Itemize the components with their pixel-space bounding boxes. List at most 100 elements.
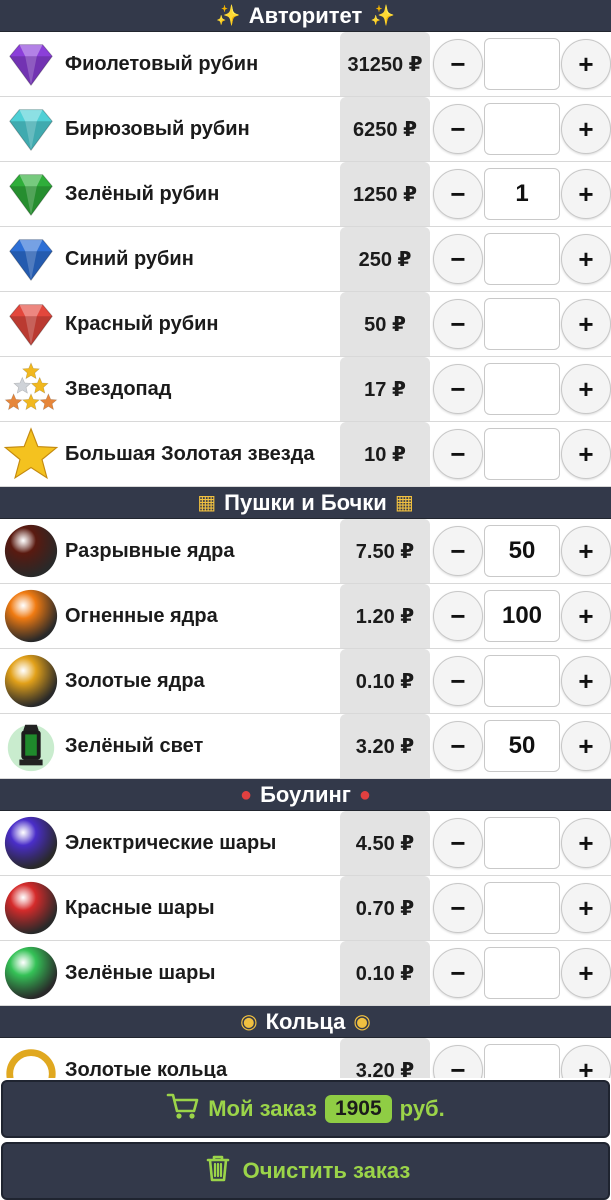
product-name: Разрывные ядра: [65, 539, 235, 562]
order-footer: Мой заказ 1905 руб. Очистить заказ: [0, 1078, 611, 1200]
decrease-button[interactable]: −: [433, 104, 483, 154]
decrease-button[interactable]: −: [433, 429, 483, 479]
product-price: 4.50 ₽: [340, 811, 430, 875]
increase-button[interactable]: +: [561, 299, 611, 349]
section-title: Кольца: [265, 1008, 346, 1034]
increase-button[interactable]: +: [561, 234, 611, 284]
product-price: 1250 ₽: [340, 162, 430, 226]
product-name: Большая Золотая звезда: [65, 442, 315, 465]
product-list[interactable]: ✨ Авторитет ✨ Фиолетовый рубин 31250 ₽ − + Бирю…: [0, 0, 611, 1103]
quantity-stepper: − +: [430, 428, 611, 480]
increase-button[interactable]: +: [561, 591, 611, 641]
decrease-button[interactable]: −: [433, 721, 483, 771]
quantity-input[interactable]: 1: [484, 168, 560, 220]
quantity-stepper: − +: [430, 103, 611, 155]
increase-button[interactable]: +: [561, 169, 611, 219]
quantity-input[interactable]: [484, 947, 560, 999]
decrease-button[interactable]: −: [433, 948, 483, 998]
green-lantern-icon: [0, 715, 62, 777]
product-price: 0.10 ₽: [340, 649, 430, 713]
cannon-icon: ▦: [197, 491, 217, 514]
quantity-stepper: − +: [430, 363, 611, 415]
decrease-button[interactable]: −: [433, 818, 483, 868]
decrease-button[interactable]: −: [433, 656, 483, 706]
quantity-input[interactable]: [484, 298, 560, 350]
quantity-input[interactable]: [484, 655, 560, 707]
increase-button[interactable]: +: [561, 883, 611, 933]
increase-button[interactable]: +: [561, 656, 611, 706]
product-row: Синий рубин 250 ₽ − +: [0, 227, 611, 292]
decrease-button[interactable]: −: [433, 234, 483, 284]
green-ball-icon: [0, 942, 62, 1004]
decrease-button[interactable]: −: [433, 169, 483, 219]
cart-icon: [166, 1091, 200, 1127]
product-name: Золотые ядра: [65, 669, 205, 692]
my-order-button[interactable]: Мой заказ 1905 руб.: [1, 1080, 610, 1138]
quantity-input[interactable]: [484, 103, 560, 155]
decrease-button[interactable]: −: [433, 39, 483, 89]
product-row: Зелёные шары 0.10 ₽ − +: [0, 941, 611, 1006]
quantity-input[interactable]: [484, 428, 560, 480]
increase-button[interactable]: +: [561, 818, 611, 868]
blue-gem-icon: [0, 228, 62, 290]
increase-button[interactable]: +: [561, 948, 611, 998]
increase-button[interactable]: +: [561, 526, 611, 576]
product-name: Фиолетовый рубин: [65, 52, 259, 75]
quantity-stepper: −100 +: [430, 590, 611, 642]
product-row: Красные шары 0.70 ₽ − +: [0, 876, 611, 941]
product-price: 31250 ₽: [340, 32, 430, 96]
decrease-button[interactable]: −: [433, 883, 483, 933]
firework-icon: ✨: [215, 4, 241, 27]
product-price: 10 ₽: [340, 422, 430, 486]
quantity-stepper: −50 +: [430, 525, 611, 577]
product-name: Зелёные шары: [65, 961, 216, 984]
quantity-input[interactable]: 50: [484, 525, 560, 577]
decrease-button[interactable]: −: [433, 591, 483, 641]
fire-ball-icon: [0, 585, 62, 647]
decrease-button[interactable]: −: [433, 526, 483, 576]
product-price: 6250 ₽: [340, 97, 430, 161]
product-row: Зелёный рубин 1250 ₽ −1 +: [0, 162, 611, 227]
quantity-input[interactable]: 50: [484, 720, 560, 772]
product-row: Зелёный свет 3.20 ₽ −50 +: [0, 714, 611, 779]
increase-button[interactable]: +: [561, 429, 611, 479]
product-row: Бирюзовый рубин 6250 ₽ − +: [0, 97, 611, 162]
quantity-input[interactable]: [484, 363, 560, 415]
explosive-ball-icon: [0, 520, 62, 582]
quantity-stepper: − +: [430, 298, 611, 350]
clear-order-button[interactable]: Очистить заказ: [1, 1142, 610, 1200]
product-row: Фиолетовый рубин 31250 ₽ − +: [0, 32, 611, 97]
quantity-stepper: −50 +: [430, 720, 611, 772]
quantity-input[interactable]: [484, 817, 560, 869]
star-pile-icon: [0, 358, 62, 420]
increase-button[interactable]: +: [561, 364, 611, 414]
gold-star-icon: [0, 423, 62, 485]
red-gem-icon: [0, 293, 62, 355]
section-header: ✨ Авторитет ✨: [0, 0, 611, 32]
quantity-stepper: − +: [430, 38, 611, 90]
gold-ball-icon: [0, 650, 62, 712]
decrease-button[interactable]: −: [433, 299, 483, 349]
product-name: Зелёный рубин: [65, 182, 220, 205]
bowling-icon: ●: [239, 783, 253, 806]
order-screen: ✨ Авторитет ✨ Фиолетовый рубин 31250 ₽ − + Бирю…: [0, 0, 611, 1200]
product-price: 1.20 ₽: [340, 584, 430, 648]
product-row: Огненные ядра 1.20 ₽ −100 +: [0, 584, 611, 649]
quantity-input[interactable]: [484, 38, 560, 90]
electric-ball-icon: [0, 812, 62, 874]
quantity-input[interactable]: [484, 882, 560, 934]
product-price: 250 ₽: [340, 227, 430, 291]
increase-button[interactable]: +: [561, 721, 611, 771]
firework-icon: ✨: [370, 4, 396, 27]
product-name: Бирюзовый рубин: [65, 117, 250, 140]
product-price: 7.50 ₽: [340, 519, 430, 583]
increase-button[interactable]: +: [561, 39, 611, 89]
money-bag-icon: ◉: [353, 1010, 371, 1033]
product-row: Звездопад 17 ₽ − +: [0, 357, 611, 422]
increase-button[interactable]: +: [561, 104, 611, 154]
quantity-input[interactable]: 100: [484, 590, 560, 642]
section-header: ◉ Кольца ◉: [0, 1006, 611, 1038]
money-bag-icon: ◉: [240, 1010, 258, 1033]
decrease-button[interactable]: −: [433, 364, 483, 414]
quantity-input[interactable]: [484, 233, 560, 285]
